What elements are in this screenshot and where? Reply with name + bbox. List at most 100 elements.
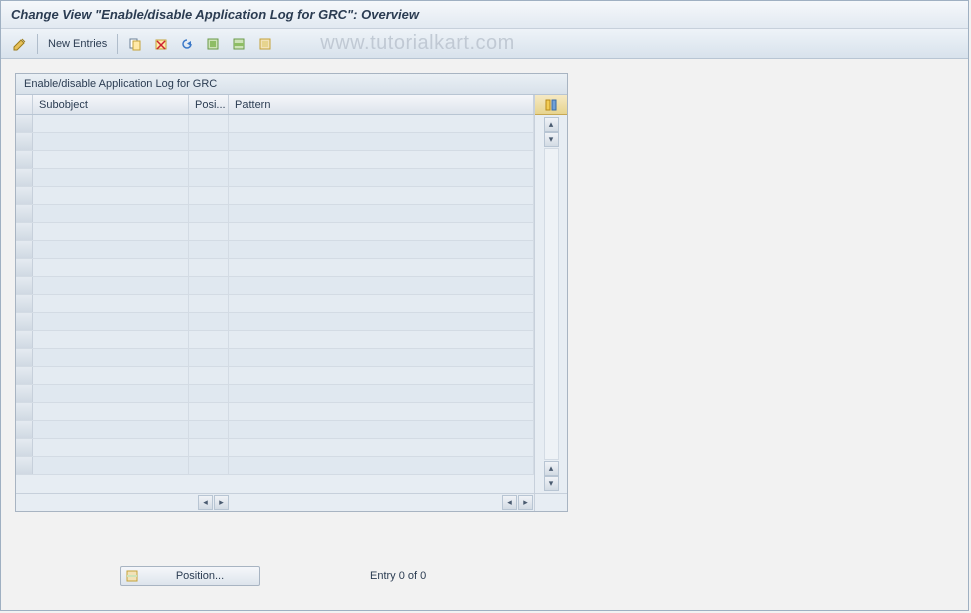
cell-subobject[interactable]: [33, 223, 189, 240]
table-row[interactable]: [16, 277, 534, 295]
scroll-right-icon[interactable]: ▸: [518, 495, 533, 510]
cell-subobject[interactable]: [33, 187, 189, 204]
cell-position[interactable]: [189, 169, 229, 186]
cell-subobject[interactable]: [33, 313, 189, 330]
table-row[interactable]: [16, 439, 534, 457]
table-row[interactable]: [16, 169, 534, 187]
cell-subobject[interactable]: [33, 241, 189, 258]
table-row[interactable]: [16, 223, 534, 241]
cell-pattern[interactable]: [229, 385, 534, 402]
table-row[interactable]: [16, 385, 534, 403]
cell-pattern[interactable]: [229, 313, 534, 330]
cell-subobject[interactable]: [33, 169, 189, 186]
row-selector[interactable]: [16, 259, 33, 276]
table-row[interactable]: [16, 187, 534, 205]
row-selector[interactable]: [16, 403, 33, 420]
cell-pattern[interactable]: [229, 295, 534, 312]
cell-position[interactable]: [189, 331, 229, 348]
cell-position[interactable]: [189, 295, 229, 312]
column-header-subobject[interactable]: Subobject: [33, 95, 189, 114]
cell-position[interactable]: [189, 223, 229, 240]
row-selector[interactable]: [16, 133, 33, 150]
table-row[interactable]: [16, 457, 534, 475]
row-selector[interactable]: [16, 115, 33, 132]
table-row[interactable]: [16, 115, 534, 133]
cell-pattern[interactable]: [229, 223, 534, 240]
cell-pattern[interactable]: [229, 133, 534, 150]
column-header-pattern[interactable]: Pattern: [229, 95, 534, 114]
select-all-icon[interactable]: [202, 33, 224, 55]
cell-pattern[interactable]: [229, 241, 534, 258]
row-selector[interactable]: [16, 223, 33, 240]
scroll-right-icon[interactable]: ▸: [214, 495, 229, 510]
cell-subobject[interactable]: [33, 349, 189, 366]
cell-subobject[interactable]: [33, 277, 189, 294]
row-selector[interactable]: [16, 295, 33, 312]
toggle-display-change-icon[interactable]: [9, 33, 31, 55]
cell-subobject[interactable]: [33, 151, 189, 168]
table-row[interactable]: [16, 133, 534, 151]
table-row[interactable]: [16, 313, 534, 331]
scroll-left-icon[interactable]: ◂: [198, 495, 213, 510]
cell-position[interactable]: [189, 205, 229, 222]
position-button[interactable]: Position...: [120, 566, 260, 586]
cell-pattern[interactable]: [229, 115, 534, 132]
table-row[interactable]: [16, 259, 534, 277]
row-selector[interactable]: [16, 151, 33, 168]
cell-position[interactable]: [189, 241, 229, 258]
cell-subobject[interactable]: [33, 133, 189, 150]
cell-pattern[interactable]: [229, 151, 534, 168]
table-row[interactable]: [16, 331, 534, 349]
cell-subobject[interactable]: [33, 457, 189, 474]
row-selector[interactable]: [16, 457, 33, 474]
table-row[interactable]: [16, 151, 534, 169]
cell-position[interactable]: [189, 313, 229, 330]
row-selector[interactable]: [16, 439, 33, 456]
cell-position[interactable]: [189, 367, 229, 384]
cell-pattern[interactable]: [229, 349, 534, 366]
cell-position[interactable]: [189, 385, 229, 402]
scrollbar-track[interactable]: [544, 148, 559, 460]
cell-position[interactable]: [189, 403, 229, 420]
table-row[interactable]: [16, 367, 534, 385]
scroll-up-icon[interactable]: ▴: [544, 117, 559, 132]
row-selector[interactable]: [16, 313, 33, 330]
table-row[interactable]: [16, 241, 534, 259]
table-settings-icon[interactable]: [535, 95, 567, 115]
cell-position[interactable]: [189, 421, 229, 438]
cell-position[interactable]: [189, 151, 229, 168]
row-selector[interactable]: [16, 385, 33, 402]
table-row[interactable]: [16, 349, 534, 367]
cell-subobject[interactable]: [33, 205, 189, 222]
cell-pattern[interactable]: [229, 259, 534, 276]
cell-subobject[interactable]: [33, 385, 189, 402]
cell-subobject[interactable]: [33, 115, 189, 132]
cell-position[interactable]: [189, 259, 229, 276]
copy-as-icon[interactable]: [124, 33, 146, 55]
cell-pattern[interactable]: [229, 277, 534, 294]
table-row[interactable]: [16, 295, 534, 313]
cell-position[interactable]: [189, 187, 229, 204]
cell-position[interactable]: [189, 439, 229, 456]
cell-pattern[interactable]: [229, 457, 534, 474]
cell-pattern[interactable]: [229, 439, 534, 456]
cell-pattern[interactable]: [229, 367, 534, 384]
cell-subobject[interactable]: [33, 331, 189, 348]
select-block-icon[interactable]: [228, 33, 250, 55]
cell-subobject[interactable]: [33, 295, 189, 312]
row-selector[interactable]: [16, 205, 33, 222]
cell-subobject[interactable]: [33, 367, 189, 384]
vertical-scrollbar[interactable]: ▴ ▾ ▴ ▾: [535, 115, 567, 493]
row-selector[interactable]: [16, 187, 33, 204]
scroll-down-icon[interactable]: ▾: [544, 132, 559, 147]
column-header-position[interactable]: Posi...: [189, 95, 229, 114]
scroll-down-icon[interactable]: ▾: [544, 476, 559, 491]
cell-pattern[interactable]: [229, 187, 534, 204]
row-selector[interactable]: [16, 367, 33, 384]
cell-pattern[interactable]: [229, 331, 534, 348]
column-header-selector[interactable]: [16, 95, 33, 114]
cell-position[interactable]: [189, 457, 229, 474]
deselect-all-icon[interactable]: [254, 33, 276, 55]
new-entries-button[interactable]: New Entries: [44, 33, 111, 55]
cell-position[interactable]: [189, 349, 229, 366]
